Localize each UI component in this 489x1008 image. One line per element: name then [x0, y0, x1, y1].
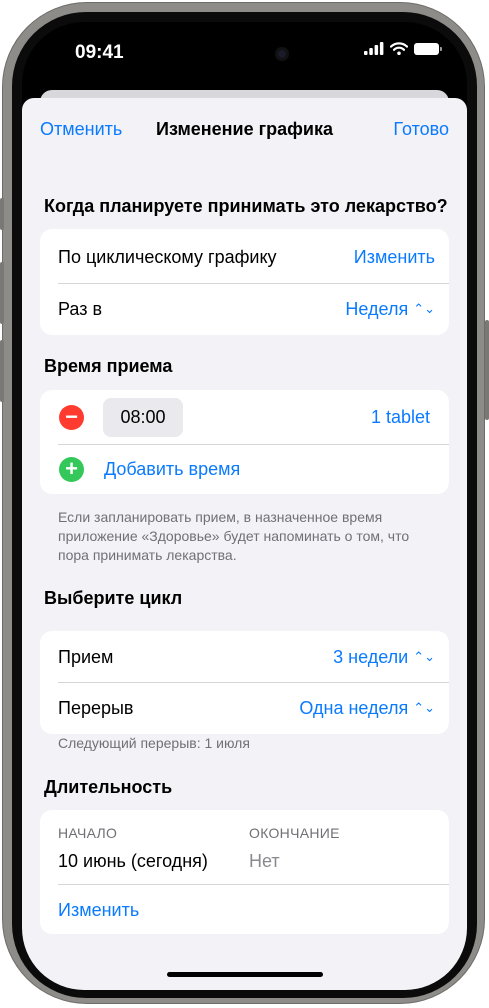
frequency-change-button[interactable]: Изменить: [354, 247, 435, 268]
wifi-icon: [390, 42, 408, 55]
battery-icon: [414, 42, 442, 55]
frequency-row: По циклическому графику Изменить: [40, 231, 449, 282]
chevron-updown-icon: ⌃⌄: [413, 301, 435, 316]
schedule-group: По циклическому графику Изменить Раз в Н…: [40, 229, 449, 335]
done-button[interactable]: Готово: [393, 119, 449, 140]
remove-icon[interactable]: −: [59, 405, 84, 430]
dose-time-group: − 08:00 1 tablet + Добавить время: [40, 390, 449, 494]
frequency-label: По циклическому графику: [58, 247, 277, 267]
action-button: [0, 198, 4, 230]
navigation-bar: Отменить Изменение графика Готово: [22, 98, 467, 158]
chevron-updown-icon: ⌃⌄: [413, 649, 435, 664]
dose-amount-button[interactable]: 1 tablet: [371, 407, 430, 428]
cycle-footnote: Следующий перерыв: 1 июля: [58, 735, 250, 751]
start-date-value[interactable]: 10 июнь (сегодня): [58, 851, 208, 872]
break-value: Одна неделя: [299, 698, 409, 718]
intake-label: Прием: [58, 647, 114, 667]
cycle-group: Прием 3 недели ⌃⌄ Перерыв Одна неделя ⌃⌄: [40, 631, 449, 734]
add-time-button[interactable]: Добавить время: [104, 459, 240, 480]
end-date-value[interactable]: Нет: [249, 851, 280, 872]
every-label: Раз в: [58, 299, 103, 319]
schedule-question: Когда планируете принимать это лекарство…: [44, 196, 448, 216]
every-picker[interactable]: Неделя ⌃⌄: [345, 299, 435, 320]
cycle-title: Выберите цикл: [44, 588, 183, 608]
break-label: Перерыв: [58, 698, 134, 718]
camera-icon: [275, 47, 289, 61]
status-icons: [364, 42, 442, 55]
break-picker[interactable]: Одна неделя ⌃⌄: [299, 698, 435, 719]
home-indicator: [167, 972, 323, 977]
divider: [58, 444, 449, 445]
end-caption: ОКОНЧАНИЕ: [249, 825, 340, 841]
dose-time-footnote: Если запланировать прием, в назначенное …: [58, 509, 410, 563]
intake-value: 3 недели: [333, 647, 409, 667]
add-icon[interactable]: +: [59, 457, 84, 482]
start-caption: НАЧАЛО: [58, 825, 118, 841]
duration-group: НАЧАЛО 10 июнь (сегодня) ОКОНЧАНИЕ Нет И…: [40, 810, 449, 934]
dynamic-island: [182, 36, 307, 72]
dose-time-title: Время приема: [44, 356, 173, 376]
chevron-updown-icon: ⌃⌄: [413, 700, 435, 715]
every-row: Раз в Неделя ⌃⌄: [40, 283, 449, 334]
duration-title: Длительность: [44, 777, 173, 797]
every-value: Неделя: [345, 299, 409, 319]
intake-row: Прием 3 недели ⌃⌄: [40, 631, 449, 682]
signal-icon: [364, 42, 384, 55]
break-row: Перерыв Одна неделя ⌃⌄: [40, 682, 449, 733]
power-button: [485, 320, 489, 420]
volume-up-button: [0, 262, 4, 324]
screen: 09:41 Отменить Изменение графика Готово …: [22, 22, 467, 990]
status-time: 09:41: [75, 42, 124, 63]
dose-time-field[interactable]: 08:00: [103, 398, 183, 437]
status-bar: 09:41: [22, 22, 467, 82]
edit-schedule-sheet: Отменить Изменение графика Готово Когда …: [22, 98, 467, 990]
intake-picker[interactable]: 3 недели ⌃⌄: [333, 647, 435, 668]
divider: [58, 884, 449, 885]
edit-duration-button[interactable]: Изменить: [58, 900, 139, 921]
volume-down-button: [0, 340, 4, 402]
